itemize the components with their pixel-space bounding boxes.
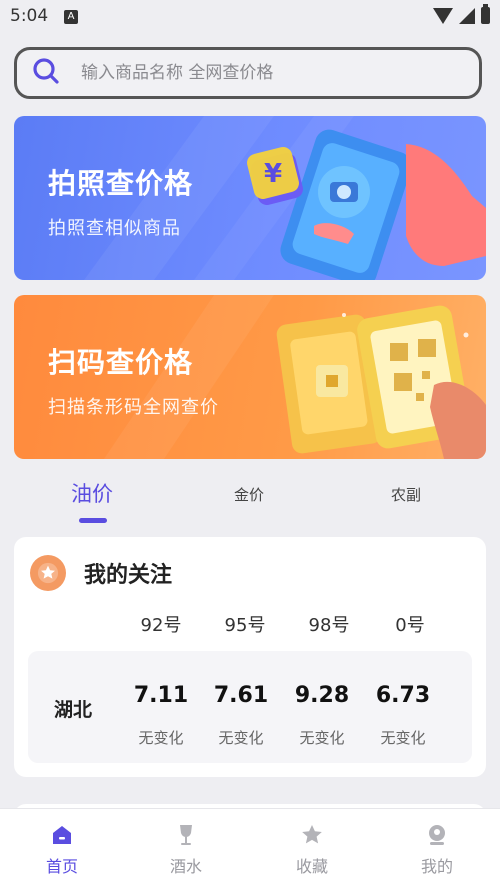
nav-label: 收藏 <box>295 857 328 876</box>
star-icon <box>302 825 322 844</box>
region-name: 湖北 <box>54 699 93 721</box>
watch-card: 我的关注 92号 95号 98号 0号 湖北 7.11 7.61 9.28 6.… <box>14 537 486 777</box>
change-95: 无变化 <box>218 729 264 747</box>
banner-subtitle: 扫描条形码全网查价 <box>48 397 219 418</box>
search-input[interactable] <box>79 62 463 84</box>
tab-active-indicator <box>79 518 107 523</box>
tab-gold-price[interactable]: 金价 <box>234 484 264 505</box>
signal-icon <box>459 7 475 24</box>
price-92: 7.11 <box>133 683 189 708</box>
yuan-icon: ¥ <box>264 159 282 189</box>
bottom-nav: 首页 酒水 收藏 我的 <box>0 808 500 889</box>
status-bar: 5:04 A <box>0 0 500 34</box>
wifi-icon <box>433 7 453 24</box>
watch-title: 我的关注 <box>84 563 173 588</box>
nav-label: 酒水 <box>169 857 202 876</box>
column-header-0: 0号 <box>395 615 425 636</box>
column-header-95: 95号 <box>224 615 266 636</box>
status-time: 5:04 <box>10 6 49 26</box>
scan-price-banner[interactable]: 扫码查价格 扫描条形码全网查价 <box>14 295 486 459</box>
nav-profile[interactable]: 我的 <box>397 823 477 877</box>
battery-icon <box>481 4 490 24</box>
banner-subtitle: 拍照查相似商品 <box>48 218 181 239</box>
price-98: 9.28 <box>294 683 350 708</box>
tab-agri-price[interactable]: 农副 <box>391 484 421 505</box>
change-92: 无变化 <box>138 729 184 747</box>
nav-label: 首页 <box>45 857 78 876</box>
user-icon <box>429 825 445 845</box>
tab-oil-price[interactable]: 油价 <box>71 478 113 508</box>
category-tabs: 油价 金价 农副 <box>0 472 500 528</box>
home-icon <box>53 826 71 844</box>
nav-label: 我的 <box>420 857 453 876</box>
wine-glass-icon <box>180 825 192 845</box>
nav-wine[interactable]: 酒水 <box>146 823 226 877</box>
nav-favorites[interactable]: 收藏 <box>272 823 352 877</box>
banner-title: 拍照查价格 <box>48 167 194 200</box>
price-0: 6.73 <box>375 683 431 708</box>
price-95: 7.61 <box>213 683 269 708</box>
nav-home[interactable]: 首页 <box>22 823 102 877</box>
column-header-92: 92号 <box>140 615 182 636</box>
column-header-98: 98号 <box>308 615 350 636</box>
star-badge-icon <box>30 555 66 591</box>
search-icon[interactable] <box>31 56 65 90</box>
price-row[interactable]: 湖北 7.11 7.61 9.28 6.73 无变化 无变化 无变化 无变化 <box>28 651 472 763</box>
change-98: 无变化 <box>299 729 345 747</box>
change-0: 无变化 <box>380 729 426 747</box>
search-bar[interactable] <box>14 47 482 99</box>
status-indicators <box>433 4 490 24</box>
banner-title: 扫码查价格 <box>48 346 194 379</box>
notification-icon: A <box>64 10 78 24</box>
photo-price-banner[interactable]: ¥ 拍照查价格 拍照查相似商品 <box>14 116 486 280</box>
